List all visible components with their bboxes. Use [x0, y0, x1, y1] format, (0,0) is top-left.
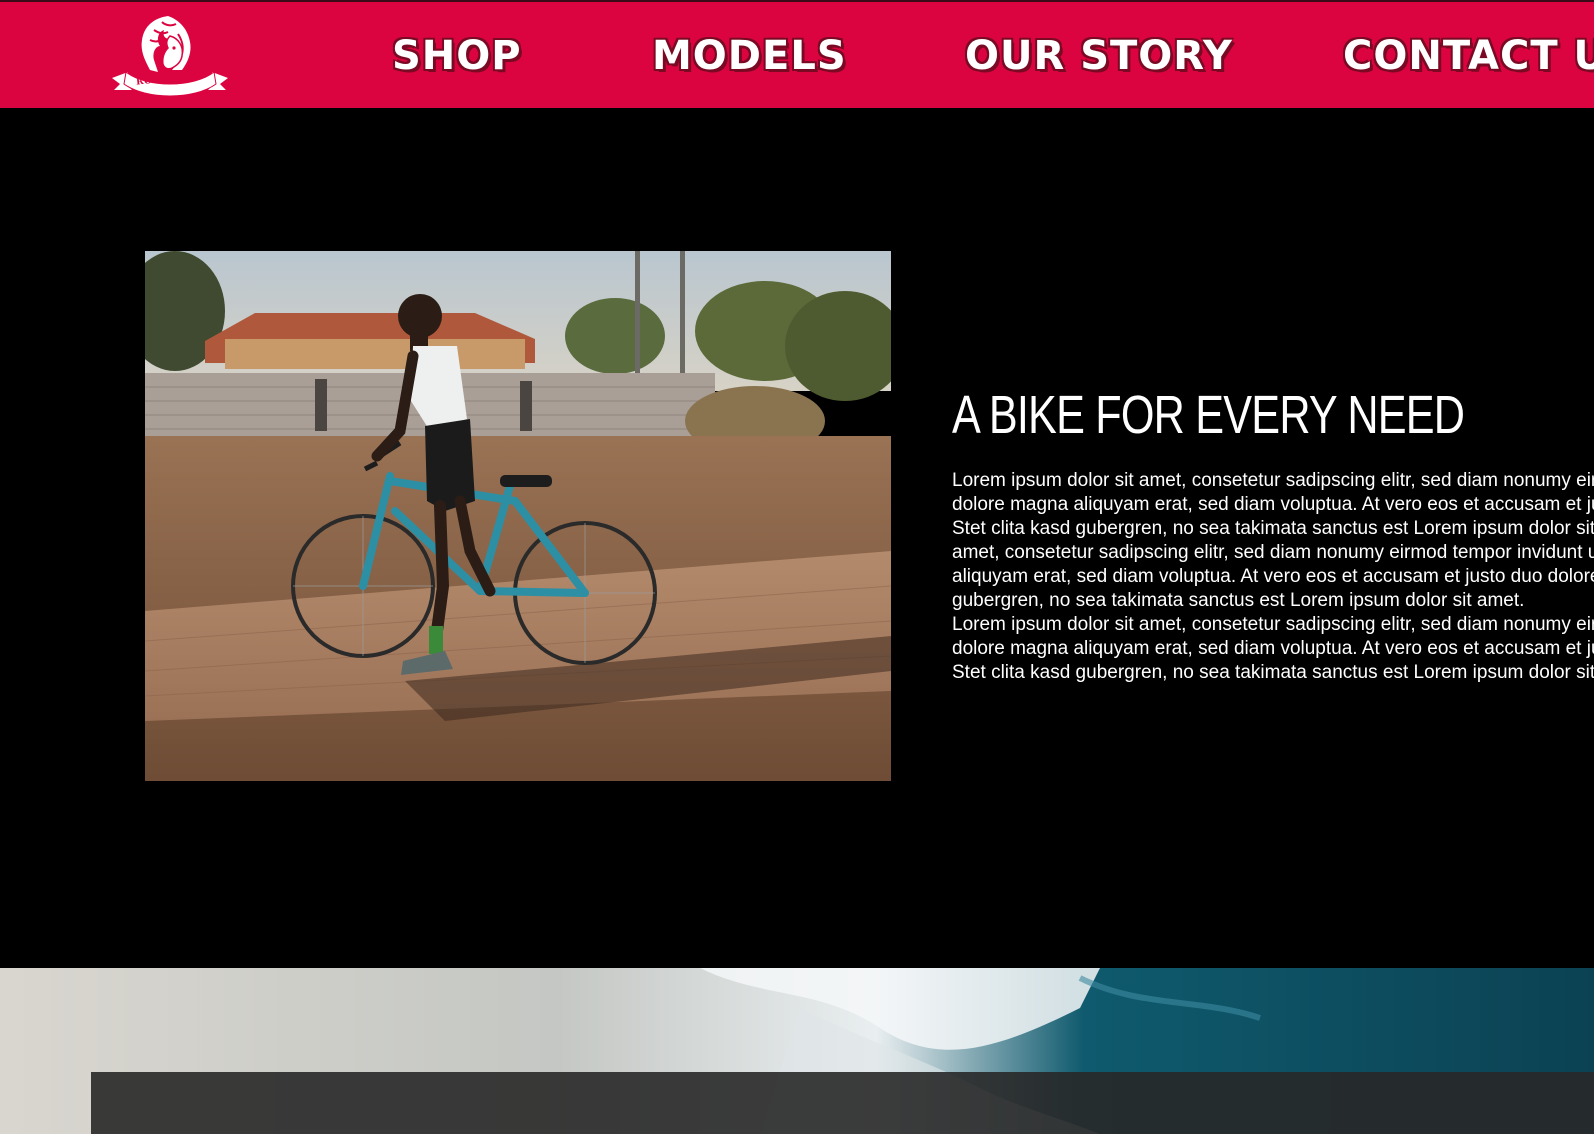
top-navigation-bar: ROAR BIKES SHOP MODELS OUR STORY CONTACT… [0, 0, 1594, 108]
content-card [91, 1072, 1594, 1134]
hero-body-line: dolore magna aliquyam erat, sed diam vol… [952, 494, 1594, 515]
lion-head-icon [112, 16, 228, 97]
nav-our-story[interactable]: OUR STORY [965, 32, 1233, 80]
hero-body-line: amet, consetetur sadipscing elitr, sed d… [952, 542, 1594, 563]
hero-body-text: Lorem ipsum dolor sit amet, consetetur s… [952, 469, 1594, 689]
hero-body-line: aliquyam erat, sed diam voluptua. At ver… [952, 566, 1594, 587]
nav-contact-us[interactable]: CONTACT US [1343, 32, 1594, 80]
hero-body-line: dolore magna aliquyam erat, sed diam vol… [952, 638, 1594, 659]
hero-body-line: Lorem ipsum dolor sit amet, consetetur s… [952, 614, 1594, 635]
hero-title: A BIKE FOR EVERY NEED [952, 385, 1465, 445]
hero-body-line: gubergren, no sea takimata sanctus est L… [952, 590, 1525, 611]
hero-photo-boy-with-bicycle [145, 251, 891, 781]
roar-bikes-logo[interactable]: ROAR BIKES [106, 12, 234, 98]
nav-shop[interactable]: SHOP [392, 32, 522, 80]
hero-body-line: Stet clita kasd gubergren, no sea takima… [952, 518, 1594, 539]
nav-models[interactable]: MODELS [652, 32, 847, 80]
hero-body-line: Stet clita kasd gubergren, no sea takima… [952, 662, 1594, 683]
hero-body-line: Lorem ipsum dolor sit amet, consetetur s… [952, 470, 1594, 491]
